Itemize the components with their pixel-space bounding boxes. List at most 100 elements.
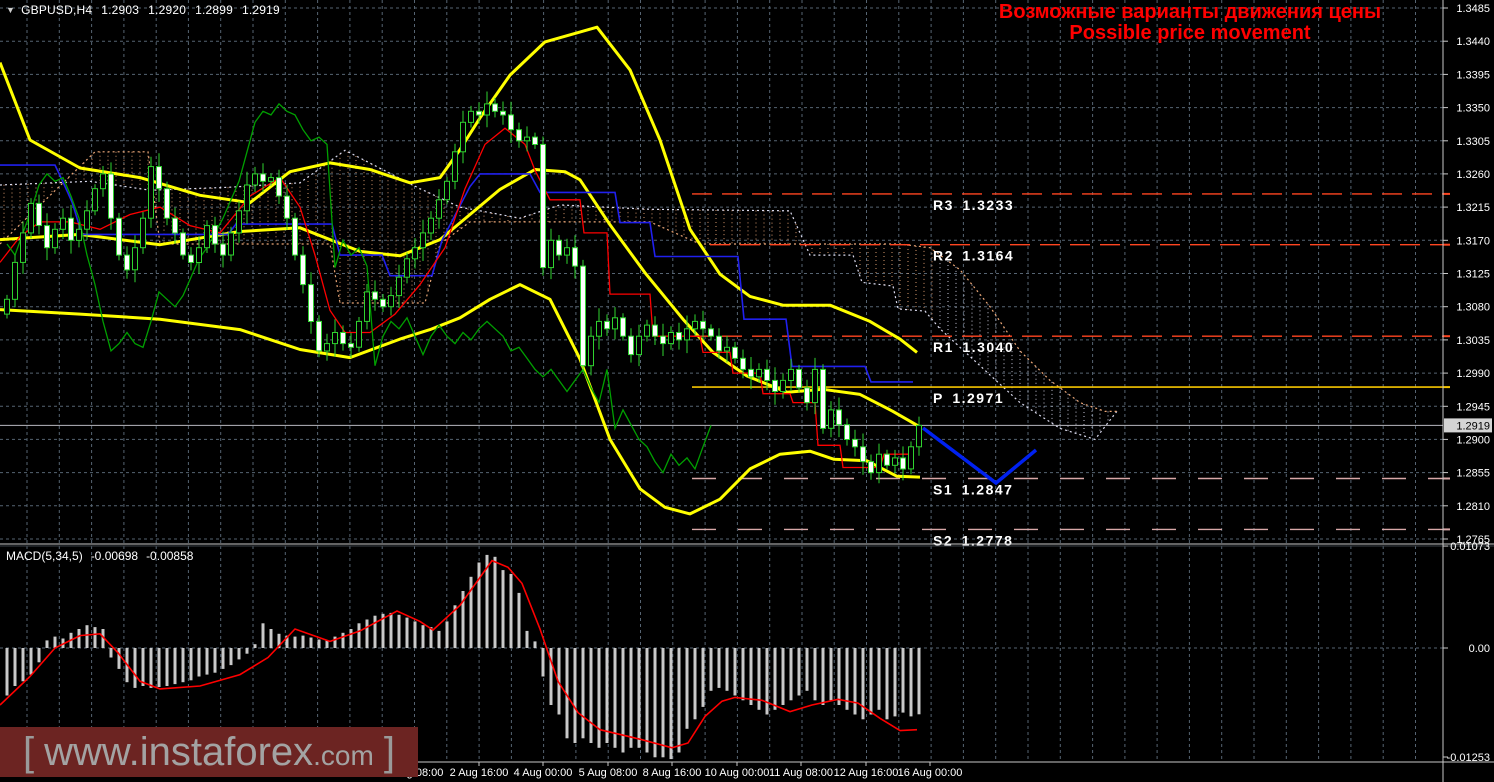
watermark-site-name: www.instaforex bbox=[44, 729, 314, 774]
macd-bar bbox=[813, 648, 817, 701]
candle bbox=[348, 343, 354, 348]
macd-bar bbox=[85, 625, 89, 648]
time-tick-label: 8 Aug 16:00 bbox=[643, 767, 702, 779]
candle bbox=[844, 424, 850, 441]
candle bbox=[356, 320, 362, 348]
macd-bar bbox=[341, 632, 345, 648]
time-tick-label: 11 Aug 08:00 bbox=[769, 767, 833, 779]
macd-bar bbox=[517, 592, 521, 648]
macd-bar bbox=[525, 630, 529, 648]
time-tick-label: 16 Aug 00:00 bbox=[898, 767, 963, 779]
macd-bar bbox=[349, 629, 353, 648]
candle bbox=[340, 332, 346, 345]
watermark-bracket-left: [ bbox=[23, 729, 35, 774]
macd-bar bbox=[661, 648, 665, 758]
macd-bar bbox=[717, 648, 721, 688]
candle bbox=[236, 210, 242, 234]
candle bbox=[124, 254, 130, 271]
macd-bar bbox=[573, 648, 577, 743]
candle bbox=[660, 335, 666, 345]
candle bbox=[516, 129, 522, 142]
pivot-label-r1: R1 1.3040 bbox=[933, 339, 1014, 355]
candle bbox=[900, 457, 906, 470]
symbol-dropdown-icon[interactable]: ▼ bbox=[6, 5, 15, 15]
candle bbox=[68, 217, 74, 241]
macd-bar bbox=[861, 648, 865, 720]
candle bbox=[700, 320, 706, 330]
macd-bar bbox=[93, 627, 97, 648]
candle bbox=[500, 110, 506, 116]
candle bbox=[564, 247, 570, 256]
ohlc-open: 1.2903 bbox=[101, 3, 140, 17]
macd-bar bbox=[45, 640, 49, 648]
candle bbox=[620, 317, 626, 337]
candle bbox=[268, 177, 274, 182]
macd-bar bbox=[205, 648, 209, 675]
macd-bar bbox=[749, 648, 753, 705]
macd-bar bbox=[653, 648, 657, 758]
candle bbox=[604, 320, 610, 330]
price-tick-label: 1.3485 bbox=[1456, 3, 1490, 15]
macd-name: MACD(5,34,5) bbox=[6, 549, 83, 563]
macd-bar bbox=[229, 648, 233, 666]
candle bbox=[804, 387, 810, 404]
candle bbox=[76, 228, 82, 241]
candle bbox=[836, 409, 842, 426]
candle bbox=[876, 453, 882, 474]
macd-bar bbox=[173, 648, 177, 685]
candle bbox=[332, 332, 338, 345]
pivot-label-r2: R2 1.3164 bbox=[933, 248, 1014, 264]
candle bbox=[796, 368, 802, 389]
macd-bar bbox=[133, 648, 137, 688]
macd-bar bbox=[741, 648, 745, 701]
macd-bar bbox=[389, 612, 393, 648]
chart-canvas[interactable]: R3 1.3233 R2 1.3164 R1 1.3040 P 1.2971 S1 1.… bbox=[0, 0, 1494, 782]
candle bbox=[676, 332, 682, 341]
candle bbox=[164, 188, 170, 219]
chart-header-ohlc: ▼ GBPUSD,H4 1.2903 1.2920 1.2899 1.2919 bbox=[6, 3, 280, 17]
candle bbox=[204, 225, 210, 249]
macd-bar bbox=[869, 648, 873, 715]
candle bbox=[692, 320, 698, 330]
candle bbox=[220, 243, 226, 256]
macd-bar bbox=[701, 648, 705, 707]
candle bbox=[308, 284, 314, 323]
macd-bar bbox=[901, 648, 905, 713]
macd-bar bbox=[853, 648, 857, 715]
candle bbox=[428, 217, 434, 234]
candle bbox=[388, 295, 394, 308]
macd-bar bbox=[357, 623, 361, 648]
candle bbox=[444, 180, 450, 201]
macd-bar bbox=[213, 648, 217, 673]
candle bbox=[764, 368, 770, 381]
candle bbox=[188, 254, 194, 264]
macd-bar bbox=[821, 648, 825, 705]
macd-bar bbox=[373, 615, 377, 648]
price-tick-label: 1.3350 bbox=[1456, 103, 1490, 115]
macd-bar bbox=[21, 648, 25, 682]
candle bbox=[884, 453, 890, 466]
candle bbox=[404, 258, 410, 278]
candle bbox=[644, 324, 650, 337]
macd-bar bbox=[501, 570, 505, 648]
macd-bar bbox=[637, 648, 641, 748]
price-tick-label: 1.3215 bbox=[1456, 202, 1490, 214]
time-tick-label: 12 Aug 16:00 bbox=[834, 767, 899, 779]
candle bbox=[748, 368, 754, 378]
macd-tick-label: -0.01253 bbox=[1447, 752, 1490, 764]
candle bbox=[868, 461, 874, 474]
candle bbox=[788, 368, 794, 381]
macd-bar bbox=[421, 625, 425, 648]
macd-bar bbox=[781, 648, 785, 705]
price-tick-label: 1.3035 bbox=[1456, 335, 1490, 347]
price-tick-label: 1.3125 bbox=[1456, 269, 1490, 281]
macd-bar bbox=[189, 648, 193, 681]
macd-indicator-label: MACD(5,34,5) -0.00698 -0.00858 bbox=[6, 549, 201, 563]
candle bbox=[100, 173, 106, 190]
macd-bar bbox=[301, 635, 305, 648]
candle bbox=[572, 247, 578, 267]
time-tick-label: 10 Aug 00:00 bbox=[705, 767, 770, 779]
annotation-line-ru: Возможные варианты движения цены bbox=[998, 1, 1382, 23]
macd-bar bbox=[317, 639, 321, 648]
candle bbox=[284, 195, 290, 219]
